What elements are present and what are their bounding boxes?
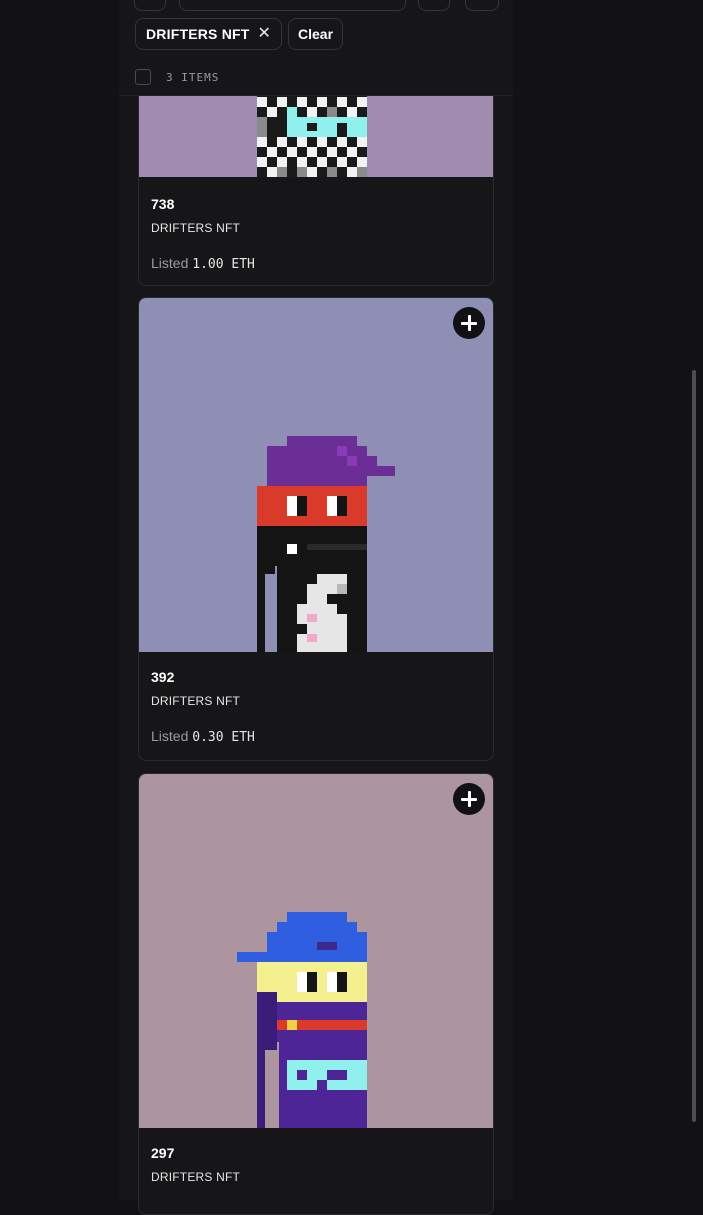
nft-card[interactable]: 392 DRIFTERS NFT Listed 0.30 ETH [138, 297, 494, 761]
plus-icon[interactable] [453, 783, 485, 815]
drifter-297-art [139, 774, 493, 1128]
close-icon[interactable]: ✕ [258, 26, 272, 42]
listed-label: Listed [151, 255, 189, 271]
listing-price: Listed 0.30 ETH [151, 728, 255, 745]
nft-info: 738 DRIFTERS NFT Listed 1.00 ETH [151, 196, 255, 272]
sort-button[interactable] [418, 0, 450, 11]
chip-label: DRIFTERS NFT [146, 26, 250, 42]
token-id: 392 [151, 669, 175, 685]
nft-card[interactable]: 297 DRIFTERS NFT [138, 773, 494, 1215]
collection-name: DRIFTERS NFT [151, 1170, 241, 1184]
grid-view-button[interactable] [465, 0, 499, 11]
filter-toggle-button[interactable] [134, 0, 166, 11]
drifter-392-art [139, 298, 493, 652]
token-id: 297 [151, 1145, 175, 1161]
items-count: 3 ITEMS [166, 71, 220, 84]
price-value: 1.00 ETH [192, 257, 255, 272]
filter-bar: DRIFTERS NFT ✕ Clear 3 ITEMS [119, 0, 513, 96]
scrollbar[interactable] [692, 370, 696, 1122]
nft-info: 297 DRIFTERS NFT [151, 1145, 240, 1184]
clear-filters-button[interactable]: Clear [288, 18, 344, 50]
listed-label: Listed [151, 728, 189, 744]
collection-name: DRIFTERS NFT [151, 694, 241, 708]
price-value: 0.30 ETH [192, 730, 255, 745]
listing-price: Listed 1.00 ETH [151, 255, 255, 272]
plus-icon[interactable] [453, 307, 485, 339]
nft-image [139, 298, 493, 652]
token-id: 738 [151, 196, 175, 212]
search-input[interactable] [179, 0, 406, 11]
select-all-checkbox[interactable] [135, 69, 151, 85]
collection-filter-chip[interactable]: DRIFTERS NFT ✕ [135, 18, 283, 50]
nft-info: 392 DRIFTERS NFT Listed 0.30 ETH [151, 669, 255, 745]
collection-name: DRIFTERS NFT [151, 221, 241, 235]
nft-image [139, 774, 493, 1128]
